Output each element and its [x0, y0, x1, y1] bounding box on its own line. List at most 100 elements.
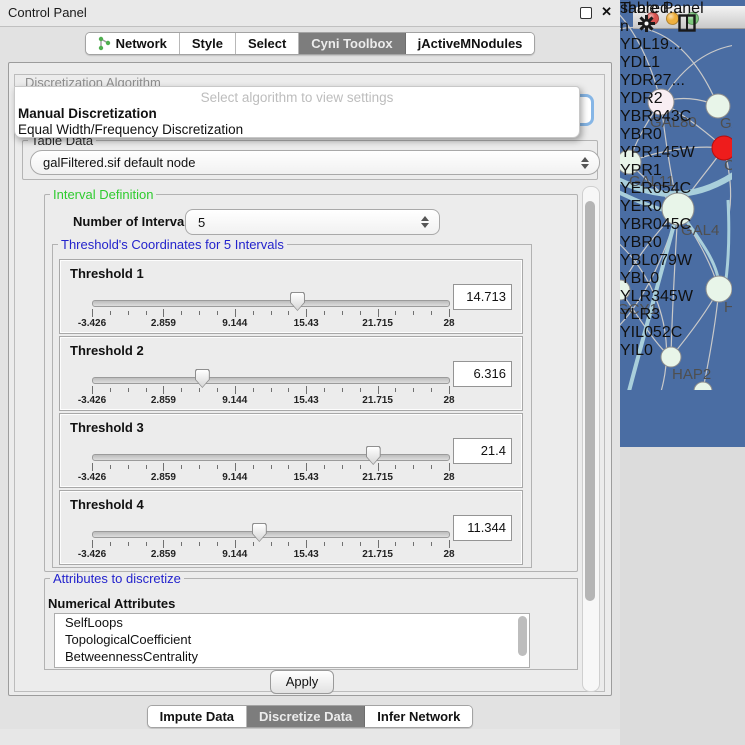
tick-label: -3.426 — [78, 549, 106, 560]
bottom-tab-impute-data[interactable]: Impute Data — [148, 706, 247, 727]
slider-ticks — [92, 309, 449, 318]
threshold-panel-3: Threshold 3-3.4262.8599.14415.4321.71528… — [59, 413, 523, 488]
threshold-panel-2: Threshold 2-3.4262.8599.14415.4321.71528… — [59, 336, 523, 411]
cell-shared-name: YER054C — [620, 180, 695, 198]
threshold-slider-track[interactable] — [92, 454, 450, 461]
tab-label: Style — [192, 36, 223, 51]
tab-network[interactable]: Network — [86, 33, 180, 54]
tab-label: Select — [248, 36, 286, 51]
tick-label: 21.715 — [362, 472, 393, 483]
list-item-betweennesscentrality[interactable]: BetweennessCentrality — [55, 648, 529, 665]
slider-ticks — [92, 463, 449, 472]
tab-style[interactable]: Style — [180, 33, 236, 54]
tab-cyni-toolbox[interactable]: Cyni Toolbox — [299, 33, 405, 54]
cell-shared-name: YBR043C — [620, 108, 695, 126]
threshold-slider-track[interactable] — [92, 377, 450, 384]
tick-mark — [395, 542, 396, 546]
close-icon[interactable]: ✕ — [601, 4, 612, 20]
threshold-slider-track[interactable] — [92, 300, 450, 307]
cell-name: YDL1 — [620, 54, 695, 72]
algorithm-dropdown[interactable]: Select algorithm to view settings Manual… — [14, 86, 580, 138]
tick-label: 2.859 — [151, 318, 176, 329]
tick-mark — [181, 542, 182, 546]
control-panel-titlebar: Control Panel ✕ — [0, 0, 620, 27]
tick-mark — [235, 386, 236, 394]
threshold-panel-4: Threshold 4-3.4262.8599.14415.4321.71528… — [59, 490, 523, 565]
tick-label: 21.715 — [362, 395, 393, 406]
bottom-strip — [0, 729, 620, 745]
number-of-intervals-label: Number of Intervals — [73, 214, 195, 229]
float-window-icon[interactable] — [580, 7, 592, 19]
tick-mark — [378, 463, 379, 471]
tick-mark — [288, 542, 289, 546]
numerical-attributes-list[interactable]: SelfLoopsTopologicalCoefficientBetweenne… — [54, 613, 530, 668]
slider-tick-labels: -3.4262.8599.14415.4321.71528 — [92, 549, 449, 561]
gear-icon[interactable] — [638, 15, 655, 32]
scrollbar-thumb[interactable] — [585, 201, 595, 601]
tick-mark — [324, 388, 325, 392]
bottom-tab-infer-network[interactable]: Infer Network — [365, 706, 472, 727]
threshold-value-field[interactable]: 6.316 — [453, 361, 512, 387]
cell-name: YPR1 — [620, 162, 695, 180]
tick-mark — [110, 388, 111, 392]
number-of-intervals-combo[interactable]: 5 — [185, 209, 440, 235]
bottom-tab-bar: Impute Data Discretize Data Infer Network — [0, 703, 620, 729]
tick-mark — [92, 463, 93, 471]
tab-select[interactable]: Select — [236, 33, 299, 54]
table-row[interactable]: YDR27...YDR2 — [620, 72, 695, 108]
list-item-topologicalcoefficient[interactable]: TopologicalCoefficient — [55, 631, 529, 648]
tick-mark — [217, 388, 218, 392]
tick-mark — [146, 311, 147, 315]
list-item-selfloops[interactable]: SelfLoops — [55, 614, 529, 631]
top-tab-group: Network Style Select Cyni Toolbox jActiveMNo… — [85, 32, 536, 55]
tick-mark — [378, 540, 379, 548]
threshold-value-field[interactable]: 21.4 — [453, 438, 512, 464]
main-vertical-scrollbar[interactable] — [582, 186, 600, 692]
table-row[interactable]: YPR145WYPR1 — [620, 144, 695, 180]
table-row[interactable]: YIL052CYIL0 — [620, 324, 695, 360]
threshold-slider-track[interactable] — [92, 531, 450, 538]
table-rows: YDL19...YDL1YDR27...YDR2YBR043CYBR0YPR14… — [620, 36, 695, 360]
bottom-tab-label: Discretize Data — [259, 709, 352, 724]
threshold-value-field[interactable]: 14.713 — [453, 284, 512, 310]
tick-mark — [342, 542, 343, 546]
table-row[interactable]: YBR043CYBR0 — [620, 108, 695, 144]
threshold-value-field[interactable]: 11.344 — [453, 515, 512, 541]
scrollbar-thumb[interactable] — [518, 616, 527, 656]
tab-jactivemnodules[interactable]: jActiveMNodules — [406, 33, 535, 54]
network-icon — [98, 36, 111, 51]
tick-mark — [110, 465, 111, 469]
attributes-scrollbar[interactable] — [518, 616, 527, 662]
tick-label: 28 — [443, 395, 454, 406]
tick-label: -3.426 — [78, 318, 106, 329]
tick-mark — [395, 388, 396, 392]
columns-icon[interactable] — [678, 14, 696, 32]
tab-label: Network — [116, 36, 167, 51]
tick-mark — [324, 542, 325, 546]
tick-mark — [163, 540, 164, 548]
table-row[interactable]: YBL079WYBL0 — [620, 252, 695, 288]
table-row[interactable]: YBR045CYBR0 — [620, 216, 695, 252]
network-node[interactable] — [694, 382, 712, 390]
tick-mark — [253, 311, 254, 315]
slider-tick-labels: -3.4262.8599.14415.4321.71528 — [92, 318, 449, 330]
tick-mark — [163, 386, 164, 394]
dropdown-option-equal-width-frequency-discretization[interactable]: Equal Width/Frequency Discretization — [18, 122, 243, 137]
tick-mark — [92, 540, 93, 548]
table-row[interactable]: YLR345WYLR3 — [620, 288, 695, 324]
table-row[interactable]: YDL19...YDL1 — [620, 36, 695, 72]
table-data-combo[interactable]: galFiltered.sif default node — [30, 150, 600, 175]
tick-mark — [253, 388, 254, 392]
tick-mark — [92, 386, 93, 394]
bottom-tab-label: Infer Network — [377, 709, 460, 724]
table-row[interactable]: YER054CYER0 — [620, 180, 695, 216]
bottom-tab-discretize-data[interactable]: Discretize Data — [247, 706, 365, 727]
dropdown-option-manual-discretization[interactable]: Manual Discretization — [18, 106, 157, 121]
tick-mark — [110, 542, 111, 546]
slider-tick-labels: -3.4262.8599.14415.4321.71528 — [92, 472, 449, 484]
tick-label: -3.426 — [78, 472, 106, 483]
apply-button[interactable]: Apply — [270, 670, 334, 694]
tick-label: 28 — [443, 472, 454, 483]
tab-label: jActiveMNodules — [418, 36, 523, 51]
slider-tick-labels: -3.4262.8599.14415.4321.71528 — [92, 395, 449, 407]
